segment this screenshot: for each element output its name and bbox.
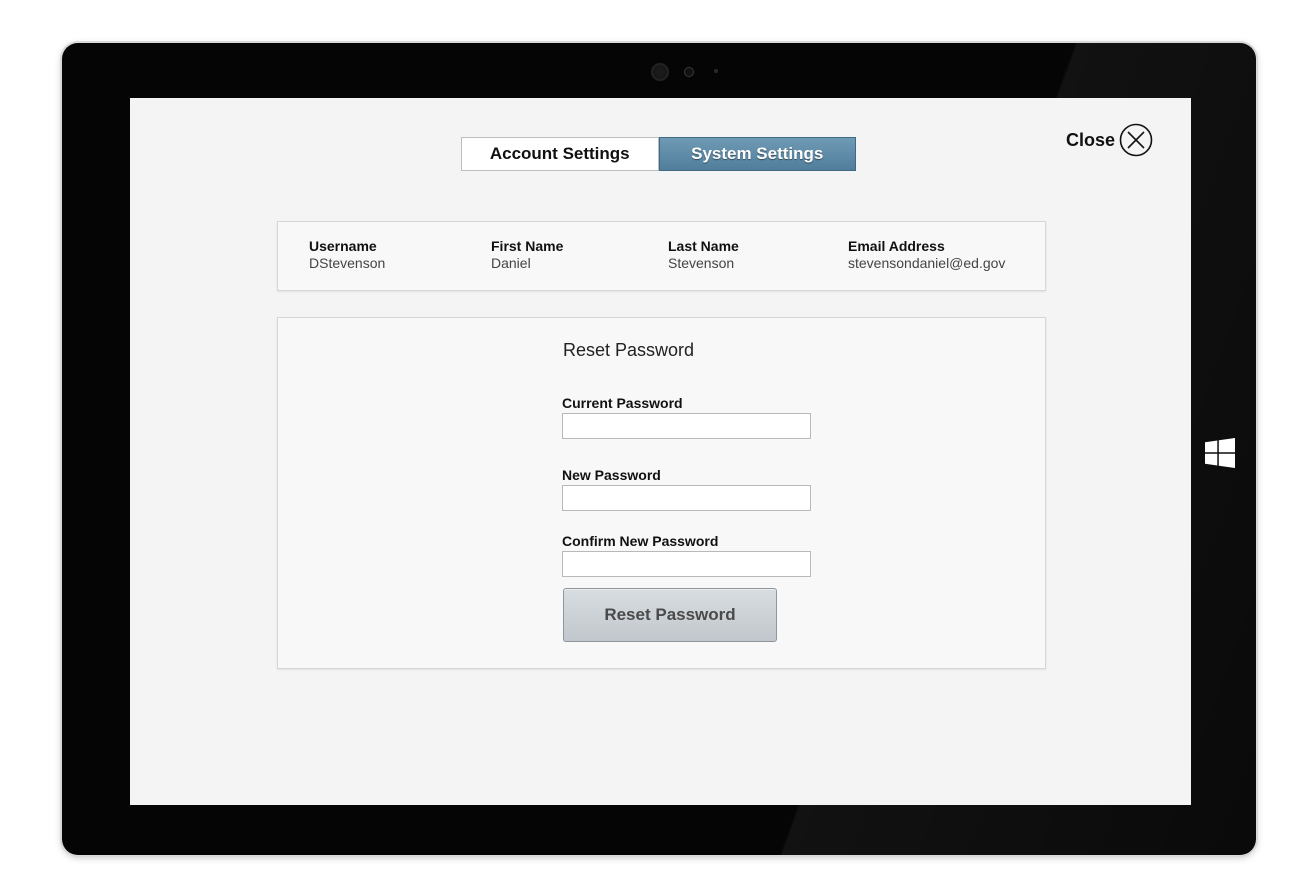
new-password-field[interactable] [562,485,811,511]
close-circle-icon[interactable] [1119,123,1153,157]
windows-logo-icon[interactable] [1205,438,1235,468]
app-screen: Account Settings System Settings Close U… [130,98,1191,805]
close-label: Close [1066,129,1116,150]
email-group: Email Address stevensondaniel@ed.gov [848,238,1005,272]
email-label: Email Address [848,238,945,254]
tab-system-settings[interactable]: System Settings [658,137,856,171]
first-name-label: First Name [491,238,564,254]
first-name-group: First Name Daniel [491,238,563,272]
current-password-label: Current Password [562,395,683,411]
last-name-label: Last Name [668,238,739,254]
camera-sensor-icon [684,67,694,77]
tablet-device: Account Settings System Settings Close U… [62,43,1256,855]
account-info-card: Username DStevenson First Name Daniel La… [277,221,1046,291]
settings-tabs: Account Settings System Settings [461,137,856,171]
light-sensor-icon [714,69,718,73]
email-value: stevensondaniel@ed.gov [848,255,1006,271]
tab-account-settings[interactable]: Account Settings [461,137,659,171]
username-group: Username DStevenson [309,238,385,272]
username-value: DStevenson [309,255,386,271]
close-button[interactable]: Close [1066,123,1153,157]
reset-password-title: Reset Password [563,340,695,360]
confirm-password-field[interactable] [562,551,811,577]
confirm-password-label: Confirm New Password [562,533,719,549]
reset-password-button[interactable]: Reset Password [563,588,777,642]
last-name-group: Last Name Stevenson [668,238,739,272]
new-password-label: New Password [562,467,661,483]
first-name-value: Daniel [491,255,531,271]
reset-password-card: Reset Password Current Password New Pass… [277,317,1046,669]
last-name-value: Stevenson [668,255,735,271]
username-label: Username [309,238,377,254]
current-password-field[interactable] [562,413,811,439]
front-camera-icon [651,63,669,81]
